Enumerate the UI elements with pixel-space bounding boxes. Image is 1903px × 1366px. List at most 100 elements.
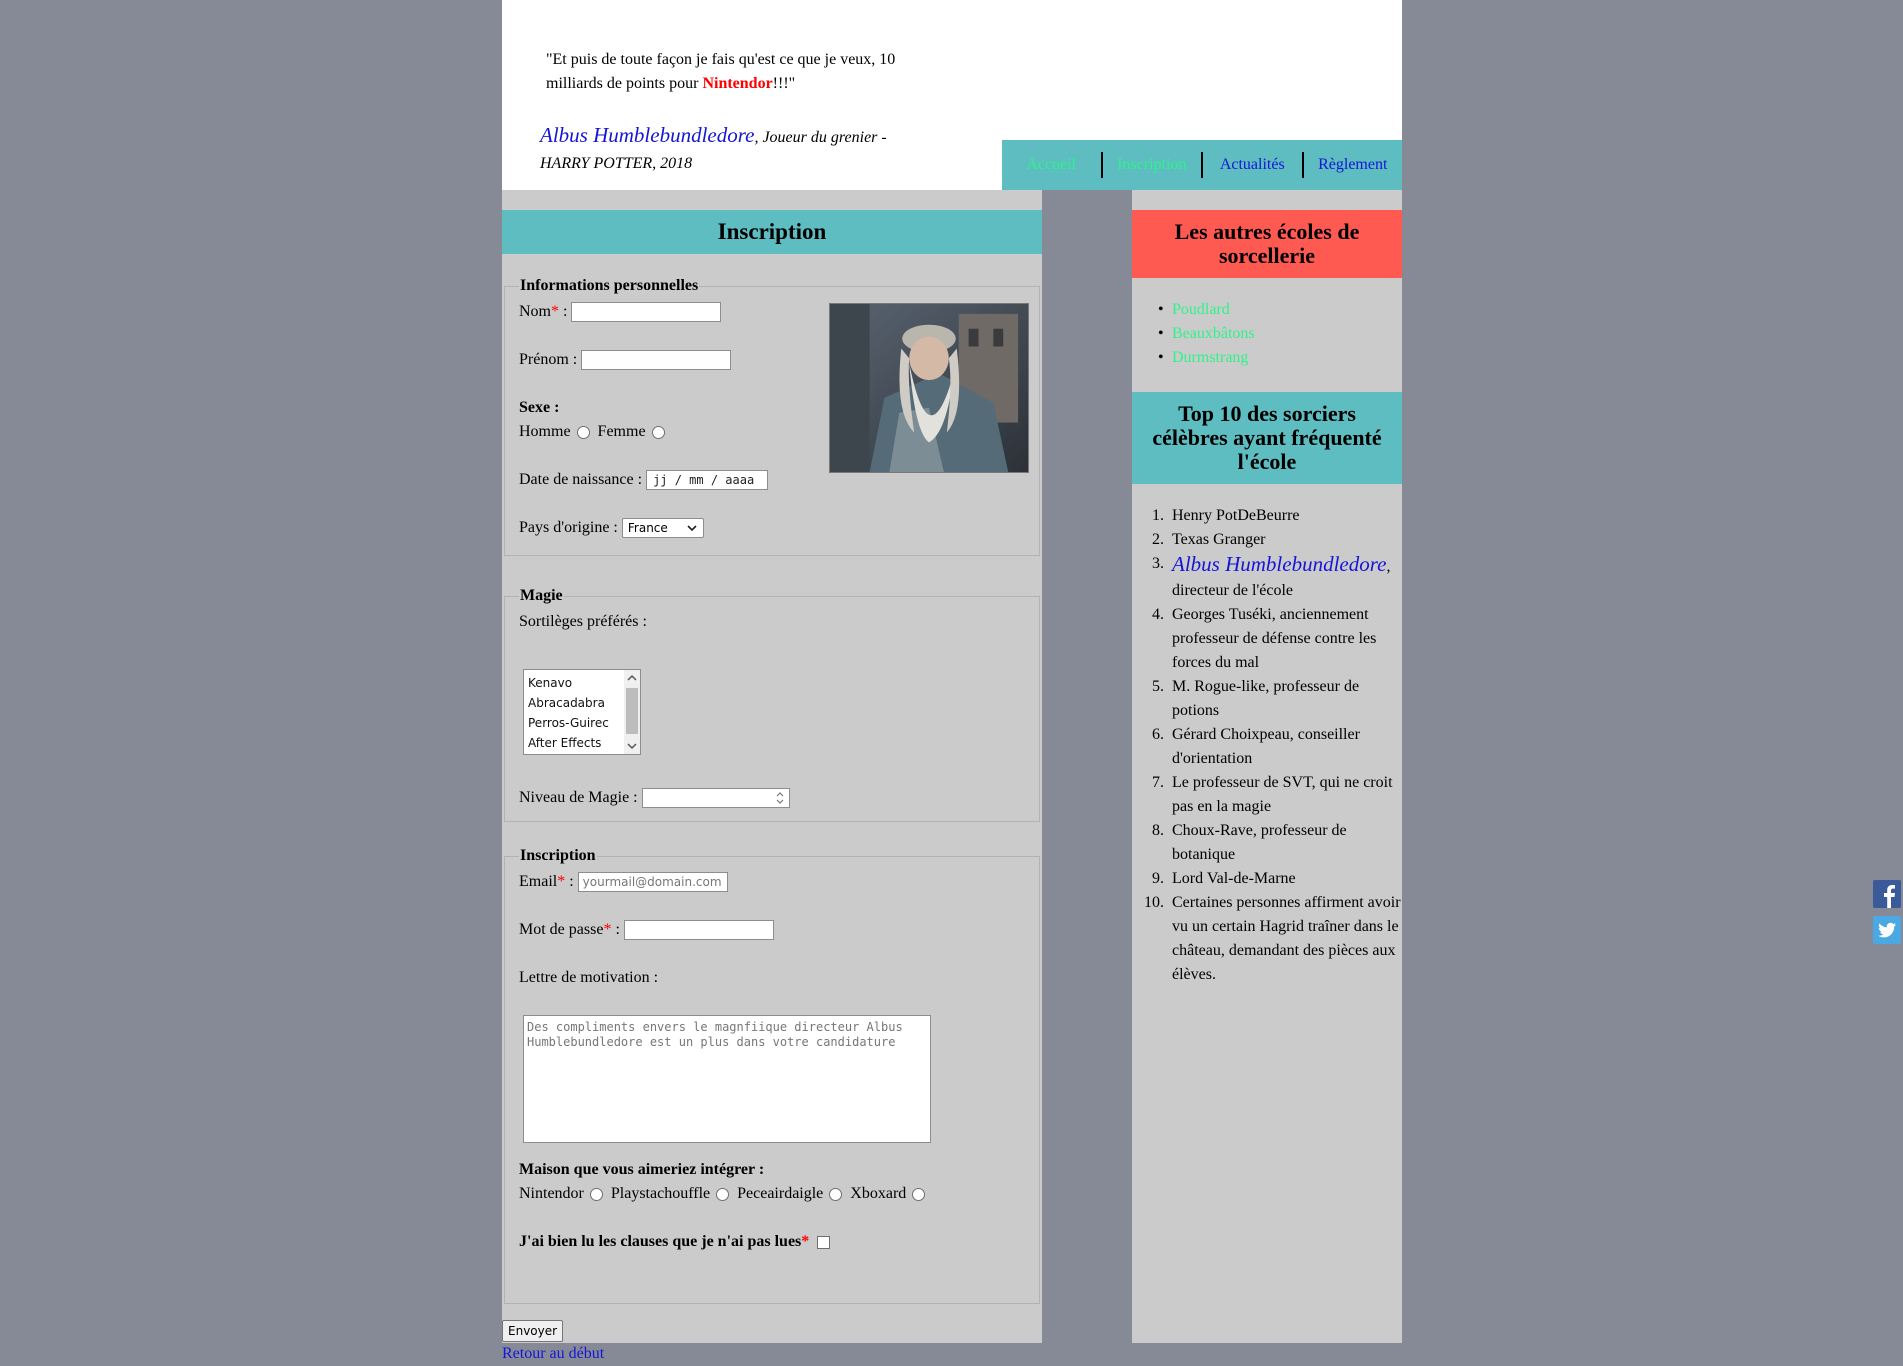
- house-label-playstachouffle: Playstachouffle: [610, 1185, 711, 1202]
- inscription-fieldset: Inscription Email* : yourmail@domain.com…: [504, 847, 1040, 1304]
- twitter-icon[interactable]: [1873, 916, 1901, 944]
- school-link-durmstrang[interactable]: Durmstrang: [1158, 346, 1255, 370]
- country-label: Pays d'origine :: [519, 519, 618, 536]
- list-item: 6. Gérard Choixpeau, conseiller d'orienta…: [1152, 726, 1360, 767]
- top10-title: Top 10 des sorciers célèbres ayant fréqu…: [1132, 392, 1402, 484]
- spells-scrollbar[interactable]: [624, 670, 640, 754]
- house-radio-xboxard[interactable]: [912, 1187, 926, 1201]
- nom-label: Nom: [519, 303, 551, 320]
- prenom-row: Prénom :: [519, 349, 732, 371]
- page: "Et puis de toute façon je fais qu'est c…: [502, 0, 1402, 1366]
- school-link-poudlard[interactable]: Poudlard: [1158, 298, 1255, 322]
- personal-info-fieldset: Informations personnelles Nom* : Prénom …: [504, 277, 1040, 556]
- house-label: Maison que vous aimeriez intégrer :: [519, 1161, 765, 1178]
- letter-textarea[interactable]: Des compliments envers le magnfiique dir…: [523, 1015, 931, 1143]
- author-name: Albus Humblebundledore: [540, 123, 755, 147]
- house-label-nintendor: Nintendor: [519, 1185, 584, 1202]
- nav-item-actualites[interactable]: Actualités: [1201, 152, 1302, 178]
- country-row: Pays d'origine : France: [519, 517, 704, 539]
- clauses-checkbox[interactable]: [817, 1235, 831, 1249]
- homme-radio[interactable]: [576, 425, 590, 439]
- top3-name: Albus Humblebundledore: [1172, 552, 1387, 576]
- schools-title: Les autres écoles de sorcellerie: [1132, 210, 1402, 278]
- spells-listbox[interactable]: Kenavo Abracadabra Perros-Guirec After E…: [523, 669, 641, 755]
- top10-list: 1. Henry PotDeBeurre 2. Texas Granger 3. Al…: [1144, 504, 1404, 987]
- schools-list: Poudlard Beauxbâtons Durmstrang: [1158, 298, 1255, 370]
- list-item: 3. Albus Humblebundledore, directeur de l'…: [1152, 552, 1391, 599]
- list-item: 7. Le professeur de SVT, qui ne croit pas…: [1152, 774, 1393, 815]
- school-link-beauxbatons[interactable]: Beauxbâtons: [1158, 322, 1255, 346]
- sexe-row: Homme Femme: [519, 421, 669, 443]
- spinner-icon[interactable]: [775, 790, 785, 806]
- birth-label: Date de naissance :: [519, 471, 643, 488]
- required-asterisk: *: [801, 1233, 810, 1250]
- birth-row: Date de naissance : jj / mm / aaaa: [519, 469, 769, 491]
- nav-item-accueil[interactable]: Accueil: [1002, 152, 1101, 178]
- clauses-row: J'ai bien lu les clauses que je n'ai pas…: [519, 1231, 831, 1253]
- country-select[interactable]: France: [621, 518, 704, 539]
- dumbledore-photo: [829, 303, 1029, 473]
- list-item: 5. M. Rogue-like, professeur de potions: [1152, 678, 1360, 719]
- country-select-value: France: [627, 521, 668, 536]
- house-radio-nintendor[interactable]: [589, 1187, 603, 1201]
- prenom-label: Prénom :: [519, 351, 578, 368]
- birth-date-input[interactable]: jj / mm / aaaa: [646, 470, 769, 491]
- list-item: 8. Choux-Rave, professeur de botanique: [1152, 822, 1347, 863]
- clauses-label: J'ai bien lu les clauses que je n'ai pas…: [519, 1233, 802, 1250]
- house-row: Nintendor Playstachouffle Peceairdaigle …: [519, 1183, 929, 1205]
- list-item: 1. Henry PotDeBeurre: [1152, 507, 1300, 524]
- required-asterisk: *: [557, 873, 566, 890]
- homme-label: Homme: [519, 423, 571, 440]
- spells-list[interactable]: Kenavo Abracadabra Perros-Guirec After E…: [523, 669, 641, 755]
- level-row: Niveau de Magie :: [519, 787, 790, 809]
- main-nav: Accueil Inscription Actualités Règlement: [1002, 140, 1402, 190]
- password-label: Mot de passe: [519, 921, 604, 938]
- chevron-down-icon: [627, 743, 637, 750]
- list-item: 9. Lord Val-de-Marne: [1152, 870, 1296, 887]
- house-radio-playstachouffle[interactable]: [716, 1187, 730, 1201]
- spells-label: Sortilèges préférés :: [519, 613, 647, 630]
- list-item: 10. Certaines personnes affirment avoir v…: [1144, 894, 1401, 983]
- password-input[interactable]: [623, 920, 774, 941]
- house-label-peceairdaigle: Peceairdaigle: [737, 1185, 824, 1202]
- nav-item-reglement[interactable]: Règlement: [1301, 152, 1403, 178]
- femme-radio[interactable]: [651, 425, 665, 439]
- personal-info-legend: Informations personnelles: [519, 277, 700, 295]
- letter-label: Lettre de motivation :: [519, 969, 659, 986]
- house-radio-peceairdaigle[interactable]: [829, 1187, 843, 1201]
- nom-input[interactable]: [571, 302, 722, 323]
- quote: "Et puis de toute façon je fais qu'est c…: [540, 48, 920, 96]
- page-title: Inscription: [502, 210, 1042, 254]
- required-asterisk: *: [551, 303, 559, 320]
- level-number-input[interactable]: [641, 788, 790, 809]
- main-content: Inscription Informations personnelles No…: [502, 190, 1042, 1343]
- quote-brand: Nintendor: [702, 75, 773, 92]
- letter-row: Des compliments envers le magnfiique dir…: [523, 1015, 931, 1143]
- magie-legend: Magie: [519, 587, 564, 605]
- scrollbar-thumb[interactable]: [626, 688, 638, 734]
- sidebar: Les autres écoles de sorcellerie Poudlar…: [1132, 190, 1402, 1343]
- quote-author: Albus Humblebundledore, Joueur du grenie…: [540, 122, 920, 177]
- inscription-legend: Inscription: [519, 847, 597, 865]
- femme-label: Femme: [597, 423, 646, 440]
- nav-item-inscription[interactable]: Inscription: [1100, 152, 1202, 178]
- magie-fieldset: Magie Sortilèges préférés : Kenavo Abrac…: [504, 587, 1040, 822]
- password-row: Mot de passe* :: [519, 919, 774, 941]
- email-row: Email* : yourmail@domain.com: [519, 871, 728, 893]
- prenom-input[interactable]: [581, 350, 732, 371]
- submit-button[interactable]: Envoyer: [502, 1320, 564, 1342]
- quote-text-part2: !!!": [772, 75, 796, 92]
- email-label: Email: [519, 873, 558, 890]
- chevron-up-icon: [627, 674, 637, 681]
- facebook-icon[interactable]: [1873, 880, 1901, 908]
- level-label: Niveau de Magie :: [519, 789, 638, 806]
- list-item: 4. Georges Tuséki, anciennement professeu…: [1152, 606, 1377, 671]
- list-item: 2. Texas Granger: [1152, 531, 1266, 548]
- back-to-top-link[interactable]: Retour au début: [502, 1344, 604, 1364]
- chevron-down-icon: [687, 525, 697, 532]
- sexe-label: Sexe :: [519, 399, 560, 416]
- header: "Et puis de toute façon je fais qu'est c…: [502, 0, 1402, 190]
- required-asterisk: *: [603, 921, 612, 938]
- email-input[interactable]: yourmail@domain.com: [577, 872, 728, 893]
- house-label-xboxard: Xboxard: [850, 1185, 907, 1202]
